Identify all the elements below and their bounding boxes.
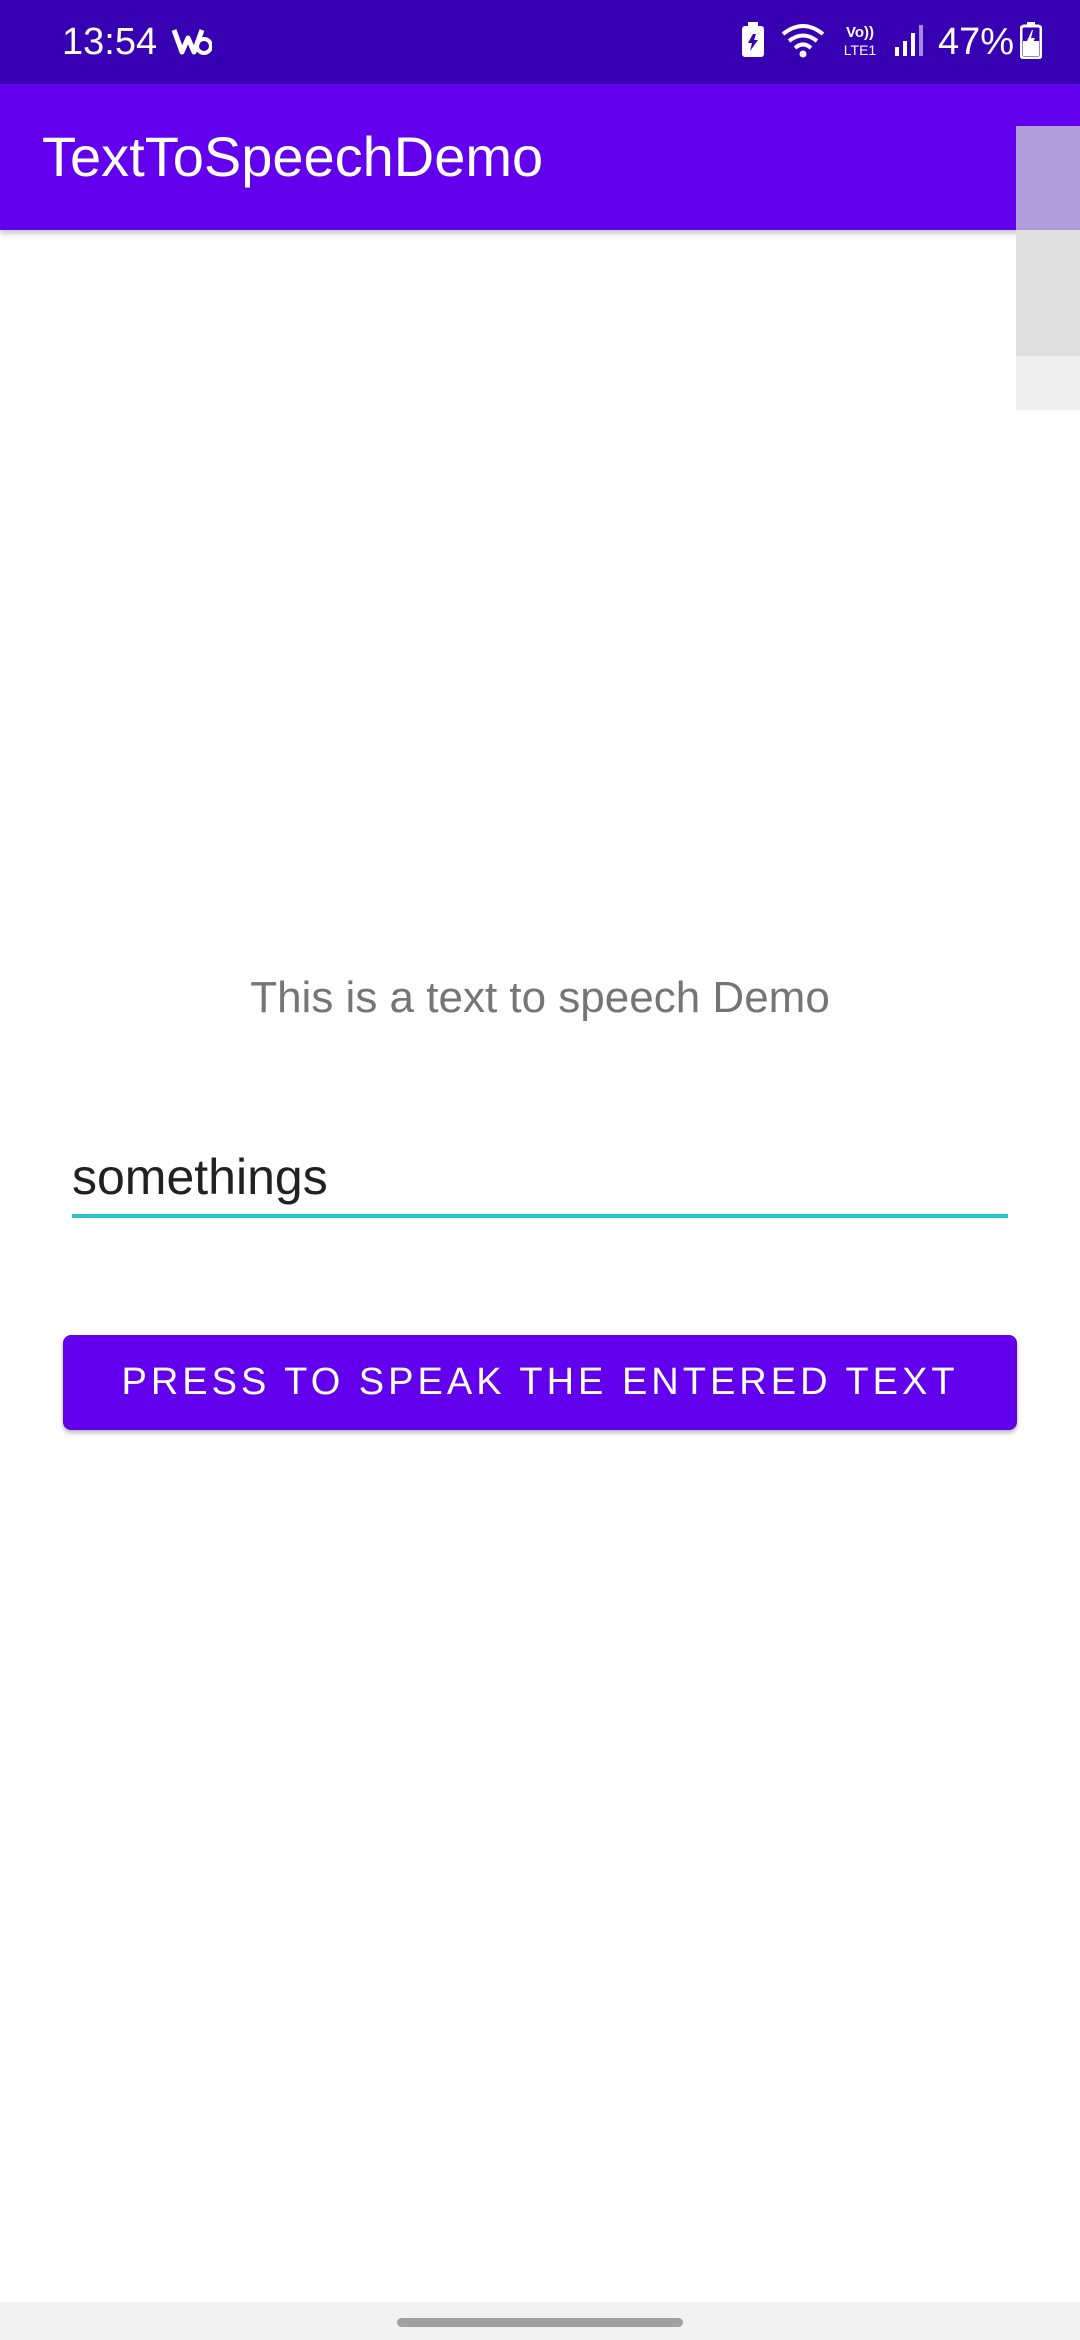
navigation-bar bbox=[0, 2302, 1080, 2340]
edge-panel-segment bbox=[1016, 356, 1080, 410]
battery-saver-icon bbox=[740, 21, 766, 64]
edge-panel-segment bbox=[1016, 230, 1080, 356]
svg-text:Vo)): Vo)) bbox=[846, 24, 874, 41]
status-icons: Vo)) LTE1 47% bbox=[726, 16, 1043, 68]
screen: 13:54 Vo)) LTE1 47% TextToSpeechDemo Thi… bbox=[0, 0, 1080, 2340]
wifi-icon bbox=[780, 22, 826, 63]
demo-caption: This is a text to speech Demo bbox=[250, 973, 830, 1022]
edge-panel-handle[interactable] bbox=[1016, 126, 1080, 410]
svg-text:LTE1: LTE1 bbox=[844, 42, 877, 58]
text-input-container bbox=[72, 1140, 1008, 1220]
status-time: 13:54 bbox=[62, 21, 158, 63]
app-notification-icon bbox=[170, 24, 213, 60]
speak-button[interactable]: PRESS TO SPEAK THE ENTERED TEXT bbox=[63, 1335, 1017, 1430]
battery-charging-icon bbox=[1019, 21, 1043, 64]
home-gesture-handle[interactable] bbox=[397, 2318, 683, 2327]
edge-panel-segment bbox=[1016, 126, 1080, 230]
signal-icon bbox=[894, 23, 924, 62]
app-title: TextToSpeechDemo bbox=[42, 125, 544, 188]
app-bar: TextToSpeechDemo bbox=[0, 84, 1080, 230]
volte-icon: Vo)) LTE1 bbox=[840, 21, 880, 64]
status-bar: 13:54 Vo)) LTE1 47% bbox=[0, 0, 1080, 84]
battery-percent: 47% bbox=[937, 21, 1014, 63]
speech-text-input[interactable] bbox=[72, 1140, 1008, 1218]
